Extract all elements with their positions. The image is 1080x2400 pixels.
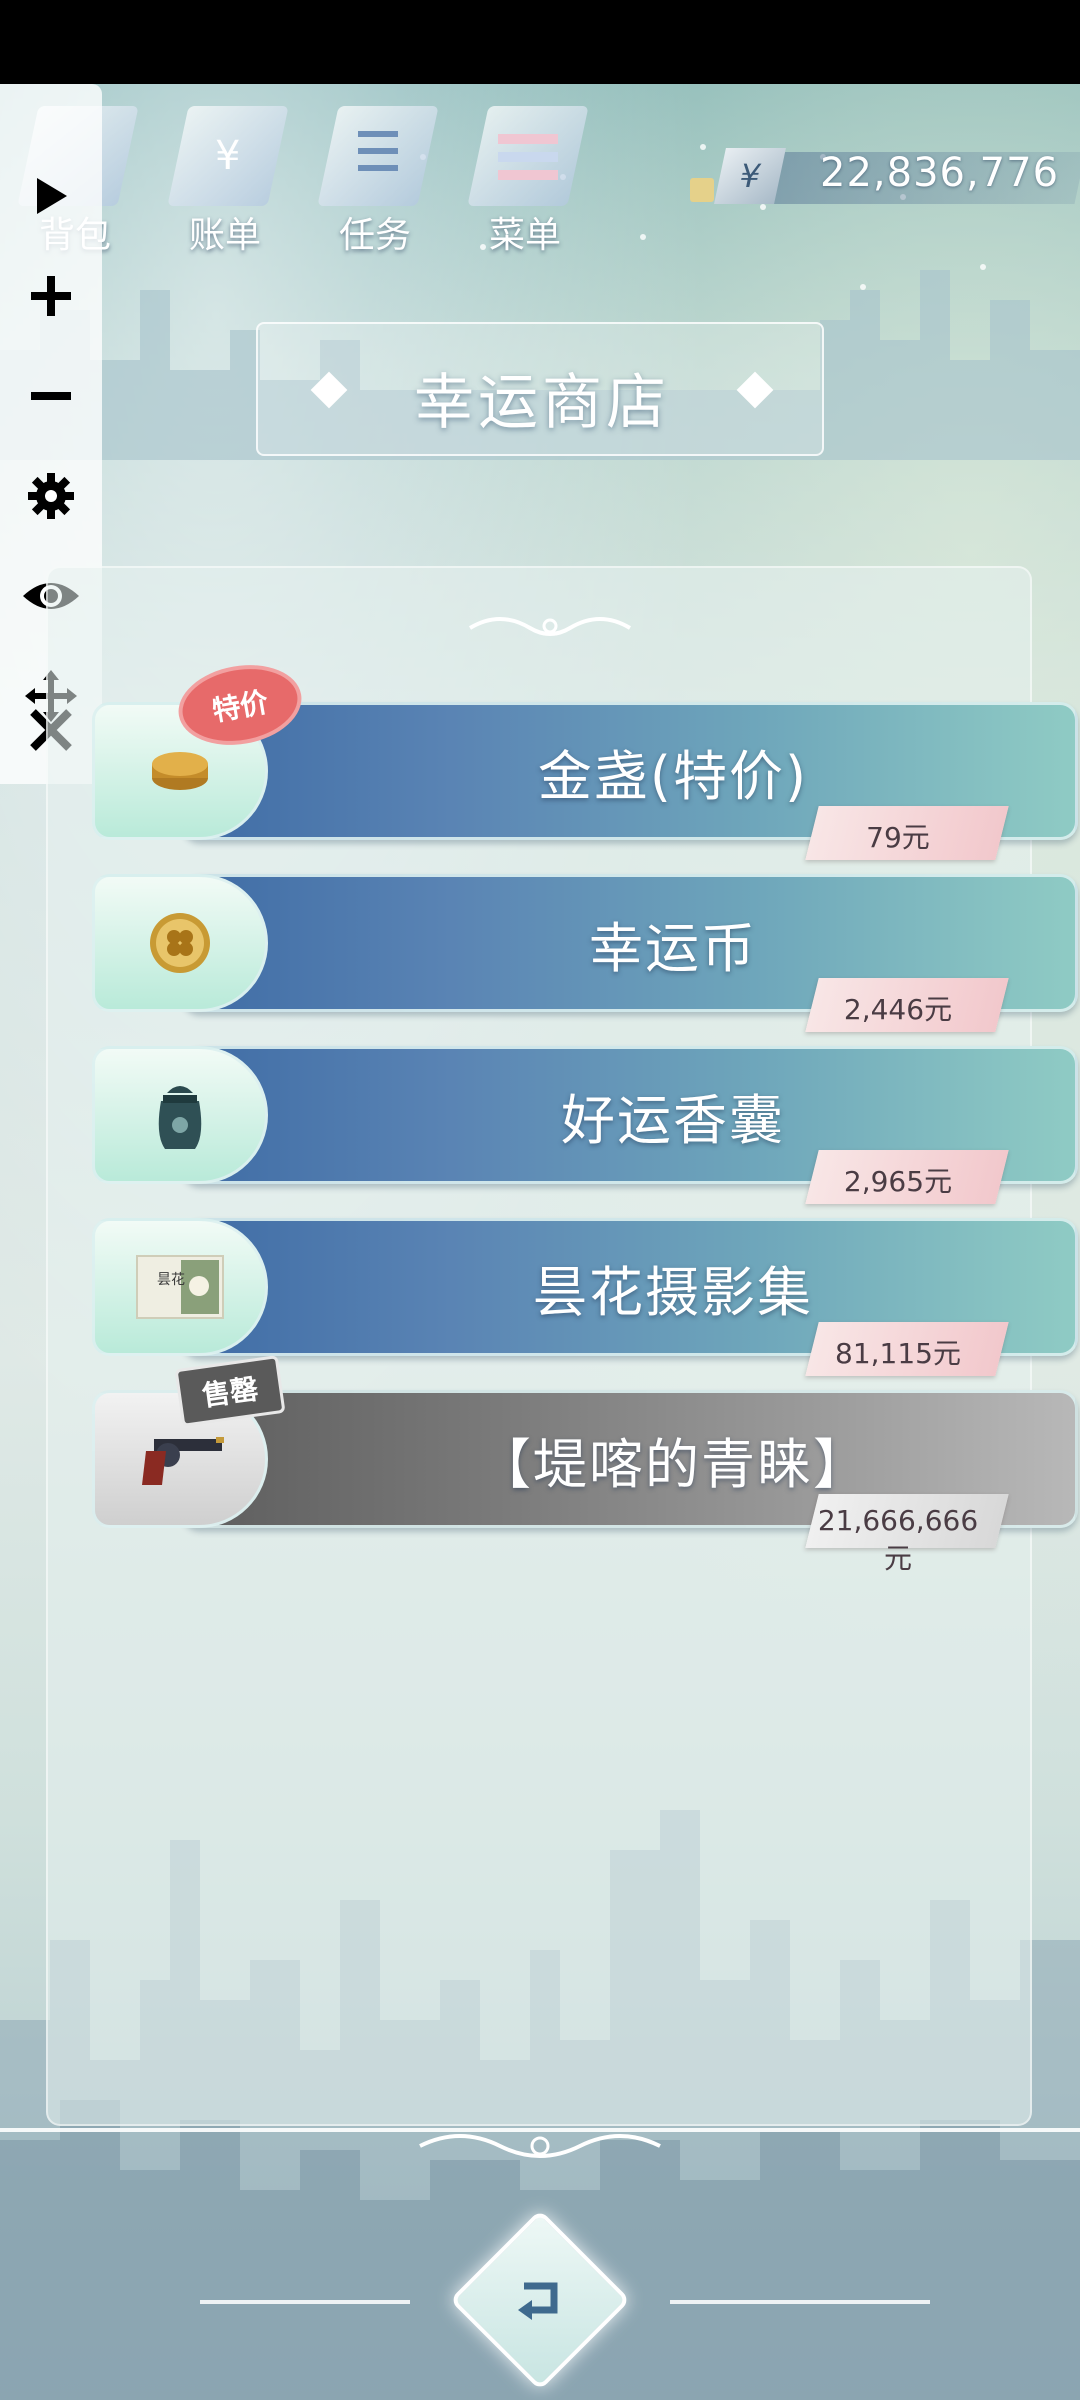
- item-price: 79元: [866, 821, 930, 854]
- nav-task-label: 任务: [338, 215, 411, 256]
- shop-item[interactable]: 好运香囊 2,965元: [92, 1046, 1078, 1204]
- photo-album-icon: 昙花: [92, 1218, 268, 1356]
- plus-icon[interactable]: [21, 266, 81, 326]
- decorative-line: [200, 2300, 410, 2304]
- back-arrow-icon: [476, 2236, 604, 2364]
- nav-bill-label: 账单: [188, 215, 261, 256]
- shop-item[interactable]: 幸运币 2,446元: [92, 874, 1078, 1032]
- balance-amount: 22,836,776: [820, 150, 1060, 196]
- coin-icon: [690, 178, 714, 202]
- nav-menu[interactable]: 菜单: [460, 106, 590, 256]
- album-cover-text: 昙花: [157, 1272, 185, 1288]
- item-name: 幸运币: [589, 917, 757, 980]
- item-price: 81,115元: [835, 1337, 961, 1370]
- nav-menu-label: 菜单: [488, 215, 561, 256]
- item-price: 21,666,666元: [817, 1504, 979, 1575]
- shop-title: 幸运商店: [414, 368, 670, 438]
- scroll-ornament-icon: [419, 2134, 661, 2158]
- scroll-ornament-icon: [468, 617, 632, 636]
- clover-coin-icon: [92, 874, 268, 1012]
- sachet-icon: [92, 1046, 268, 1184]
- item-price: 2,446元: [843, 993, 953, 1026]
- item-price: 2,965元: [843, 1165, 953, 1198]
- decorative-line: [670, 2300, 930, 2304]
- shop-title-frame: 幸运商店: [256, 322, 824, 456]
- play-icon[interactable]: [21, 166, 81, 226]
- nav-bill[interactable]: ¥ 账单: [160, 106, 290, 256]
- item-name: 好运香囊: [561, 1089, 785, 1152]
- nav-task[interactable]: 任务: [310, 106, 440, 256]
- shop-item-sold-out[interactable]: 【堤喀的青睐】 21,666,666元 售罄: [92, 1355, 1078, 1575]
- menu-icon: [467, 106, 589, 206]
- minus-icon[interactable]: [21, 366, 81, 426]
- task-icon: [317, 106, 439, 206]
- gear-icon[interactable]: [21, 466, 81, 526]
- shop-item[interactable]: 金盏(特价) 79元 特价: [92, 660, 1078, 860]
- item-name: 【堤喀的青睐】: [477, 1433, 869, 1496]
- item-name: 金盏(特价): [537, 745, 809, 808]
- shop-item[interactable]: 昙花 昙花摄影集 81,115元: [92, 1218, 1078, 1376]
- currency-display: ¥ 22,836,776: [690, 148, 1080, 208]
- bill-icon: ¥: [167, 106, 289, 206]
- yen-icon: ¥: [714, 148, 786, 204]
- status-bar: [0, 0, 1080, 84]
- item-name: 昙花摄影集: [533, 1261, 813, 1324]
